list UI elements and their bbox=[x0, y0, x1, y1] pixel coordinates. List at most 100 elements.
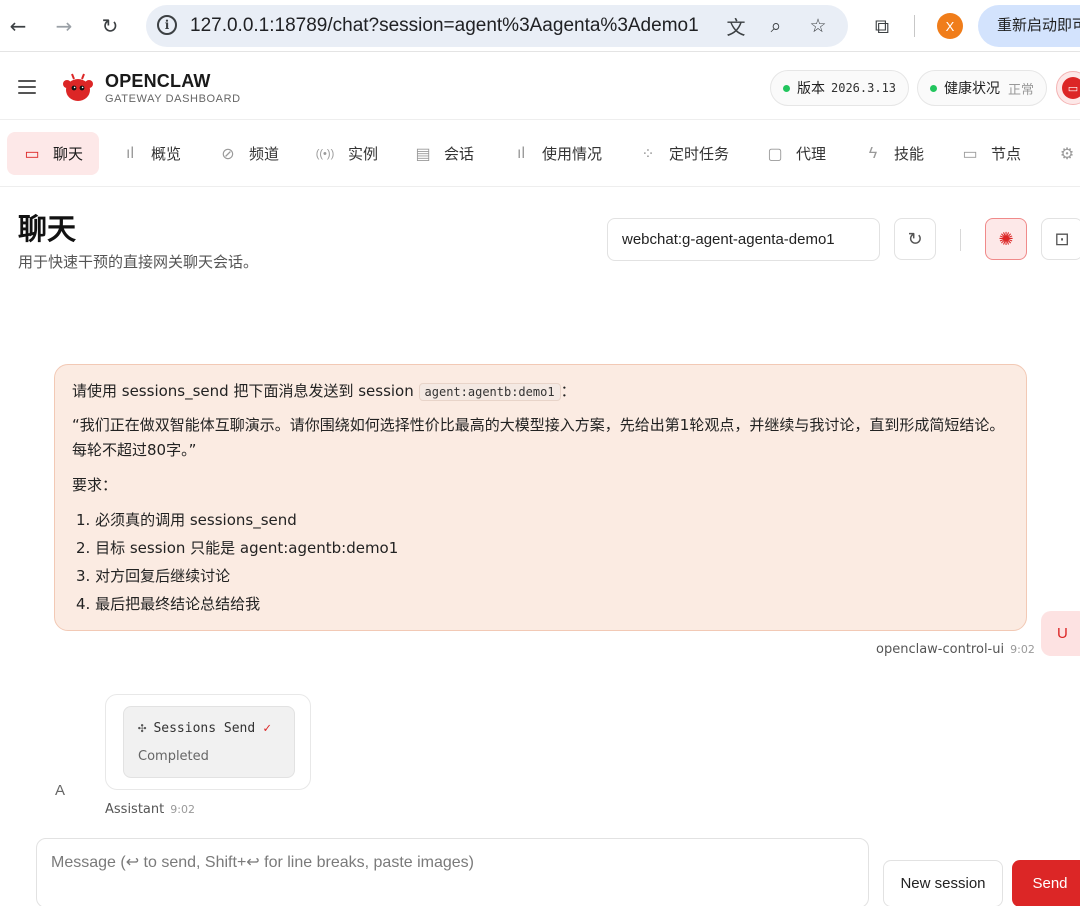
list-item: 1. 必须真的调用 sessions_send bbox=[76, 511, 297, 529]
brand-subtitle: GATEWAY DASHBOARD bbox=[105, 93, 241, 105]
loader-icon: ⁘ bbox=[641, 145, 655, 163]
tab-channels[interactable]: ⊘ 频道 bbox=[219, 132, 279, 175]
tab-nodes[interactable]: ▭ 节点 bbox=[961, 132, 1021, 175]
main-tabs: ▭ 聊天 ıl 概览 ⊘ 频道 ((•)) 实例 ▤ 会话 ıl 使用情况 ⁘ … bbox=[0, 120, 1080, 187]
message-time: 9:02 bbox=[1010, 643, 1035, 656]
tab-label: 实例 bbox=[348, 146, 379, 163]
tool-name: Sessions Send bbox=[153, 720, 256, 736]
send-button[interactable]: Send bbox=[1012, 860, 1080, 906]
address-bar[interactable]: i 127.0.0.1:18789/chat?session=agent%3Aa… bbox=[146, 5, 848, 47]
tab-chat[interactable]: ▭ 聊天 bbox=[7, 132, 100, 175]
brain-icon: ✺ bbox=[998, 228, 1014, 250]
requirements-title: 要求： bbox=[72, 476, 118, 494]
monitor-icon: ▭ bbox=[962, 145, 978, 163]
message-line: 请使用 sessions_send 把下面消息发送到 session agent… bbox=[72, 379, 1008, 405]
tab-label: 聊天 bbox=[53, 146, 84, 163]
gear-icon: ⚙ bbox=[1059, 145, 1075, 163]
bookmark-star-icon[interactable]: ☆ bbox=[806, 14, 830, 38]
monitor-icon: ▭ bbox=[1062, 77, 1080, 99]
health-value: 正常 bbox=[1008, 81, 1035, 97]
focus-icon: ⊡ bbox=[1054, 228, 1070, 250]
header-divider bbox=[960, 229, 961, 251]
tab-label: 技能 bbox=[894, 146, 925, 163]
health-pill: 健康状况 正常 bbox=[917, 70, 1048, 106]
user-message-meta: openclaw-control-ui 9:02 bbox=[876, 642, 1035, 657]
health-dot-icon bbox=[930, 84, 937, 92]
toolbar-divider bbox=[914, 15, 915, 37]
assistant-message-bubble: ✣ Sessions Send ✓ Completed bbox=[105, 694, 311, 790]
tool-status: Completed bbox=[138, 749, 209, 764]
url-text[interactable]: 127.0.0.1:18789/chat?session=agent%3Aage… bbox=[190, 15, 699, 37]
tab-cron-jobs[interactable]: ⁘ 定时任务 bbox=[639, 132, 729, 175]
thinking-toggle-button[interactable]: ✺ bbox=[985, 218, 1027, 260]
list-item: 2. 目标 session 只能是 agent:agentb:demo1 bbox=[76, 539, 399, 557]
focus-mode-button[interactable]: ⊡ bbox=[1041, 218, 1080, 260]
zoom-icon[interactable]: ⌕ bbox=[764, 14, 788, 38]
page-subtitle: 用于快速干预的直接网关聊天会话。 bbox=[18, 253, 259, 271]
tab-label: 节点 bbox=[991, 146, 1022, 163]
app-header: OPENCLAW GATEWAY DASHBOARD 版本 2026.3.13 … bbox=[0, 56, 1080, 120]
broadcast-icon: ((•)) bbox=[315, 147, 335, 160]
puzzle-icon: ✣ bbox=[138, 720, 147, 736]
forward-icon[interactable]: → bbox=[48, 10, 80, 42]
message-composer bbox=[36, 838, 869, 906]
message-text: ： bbox=[560, 382, 576, 400]
profile-avatar[interactable]: X bbox=[937, 13, 963, 39]
tab-usage[interactable]: ıl 使用情况 bbox=[512, 132, 602, 175]
assistant-avatar: A bbox=[55, 782, 66, 799]
brand-title: OPENCLAW bbox=[105, 71, 211, 91]
tab-label: 会话 bbox=[444, 146, 475, 163]
message-text: 请使用 sessions_send 把下面消息发送到 session bbox=[72, 382, 419, 400]
reload-icon[interactable]: ↻ bbox=[94, 10, 126, 42]
restart-update-button[interactable]: 重新启动即可 bbox=[978, 5, 1080, 47]
version-value: 2026.3.13 bbox=[831, 81, 897, 95]
tab-sessions[interactable]: ▤ 会话 bbox=[414, 132, 474, 175]
openclaw-logo-icon bbox=[63, 73, 93, 101]
version-label: 版本 bbox=[797, 80, 825, 96]
tool-call-title: ✣ Sessions Send ✓ bbox=[138, 720, 271, 736]
refresh-icon: ↻ bbox=[907, 228, 923, 250]
page-title: 聊天 bbox=[18, 212, 77, 246]
refresh-button[interactable]: ↻ bbox=[894, 218, 936, 260]
tab-instances[interactable]: ((•)) 实例 bbox=[314, 132, 378, 175]
message-input[interactable] bbox=[51, 852, 854, 894]
version-pill: 版本 2026.3.13 bbox=[770, 70, 910, 106]
menu-icon[interactable] bbox=[18, 80, 36, 94]
message-quote: “我们正在做双智能体互聊演示。请你围绕如何选择性价比最高的大模型接入方案，先给出… bbox=[72, 416, 1005, 459]
lightning-icon: ϟ bbox=[868, 144, 878, 162]
browser-toolbar: ← → ↻ i 127.0.0.1:18789/chat?session=age… bbox=[0, 0, 1080, 52]
folder-icon: ▢ bbox=[767, 145, 783, 163]
list-item: 4. 最后把最终结论总结给我 bbox=[76, 595, 261, 613]
tab-settings[interactable]: ⚙ bbox=[1058, 132, 1080, 175]
site-info-icon[interactable]: i bbox=[157, 15, 177, 35]
assistant-message-meta: Assistant 9:02 bbox=[105, 802, 195, 817]
check-icon: ✓ bbox=[263, 720, 272, 736]
session-selector[interactable]: webchat:g-agent-agenta-demo1 bbox=[607, 218, 880, 261]
back-icon[interactable]: ← bbox=[2, 10, 34, 42]
user-avatar: U bbox=[1041, 611, 1080, 656]
tab-label: 代理 bbox=[796, 146, 827, 163]
status-dot-icon bbox=[783, 84, 790, 92]
bar-chart-icon: ıl bbox=[126, 144, 134, 162]
list-item: 3. 对方回复后继续讨论 bbox=[76, 567, 231, 585]
new-session-button[interactable]: New session bbox=[883, 860, 1003, 906]
bar-chart-icon: ıl bbox=[517, 144, 525, 162]
requirements-list: 1. 必须真的调用 sessions_send 2. 目标 session 只能… bbox=[72, 506, 1008, 618]
tab-agents[interactable]: ▢ 代理 bbox=[766, 132, 826, 175]
tab-label: 频道 bbox=[249, 146, 280, 163]
tab-label: 定时任务 bbox=[669, 146, 730, 163]
tab-skills[interactable]: ϟ 技能 bbox=[864, 132, 924, 175]
tool-call-card[interactable]: ✣ Sessions Send ✓ Completed bbox=[123, 706, 295, 778]
extensions-icon[interactable]: ⧉ bbox=[866, 10, 898, 42]
monitor-alert-button[interactable]: ▭ bbox=[1056, 71, 1080, 105]
tab-label: 使用情况 bbox=[542, 146, 603, 163]
tab-overview[interactable]: ıl 概览 bbox=[121, 132, 181, 175]
tab-label: 概览 bbox=[151, 146, 182, 163]
message-time: 9:02 bbox=[170, 803, 195, 816]
sender-name: Assistant bbox=[105, 802, 165, 817]
sender-name: openclaw-control-ui bbox=[876, 642, 1005, 657]
translate-icon[interactable]: 文 bbox=[724, 14, 748, 39]
health-label: 健康状况 bbox=[944, 80, 1000, 96]
document-icon: ▤ bbox=[415, 145, 431, 163]
chat-bubble-icon: ▭ bbox=[24, 145, 40, 163]
